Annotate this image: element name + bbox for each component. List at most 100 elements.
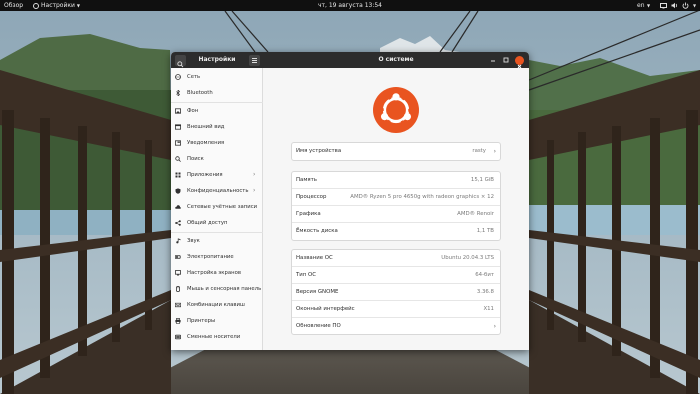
sidebar-item-sound[interactable]: Звук	[171, 233, 263, 249]
sidebar-item-label: Bluetooth	[187, 90, 213, 96]
ubuntu-logo-icon	[373, 87, 419, 133]
sidebar-item-label: Общий доступ	[187, 220, 228, 226]
windowing-system-value: X11	[483, 306, 494, 312]
os-type-label: Тип ОС	[296, 272, 317, 278]
network-icon	[660, 3, 667, 9]
sidebar-item-label: Комбинации клавиш	[187, 302, 245, 308]
sidebar-item-bluetooth[interactable]: Bluetooth	[171, 85, 263, 101]
bluetooth-icon	[176, 90, 180, 96]
sharing-icon	[175, 220, 181, 226]
chevron-right-icon: ›	[493, 323, 496, 330]
os-type-row: Тип ОС 64-бит	[292, 267, 500, 284]
gear-icon	[33, 2, 39, 9]
sidebar-item-online-accounts[interactable]: Сетевые учётные записи	[171, 199, 263, 215]
online-accounts-icon	[175, 205, 181, 209]
disk-capacity-row: Ёмкость диска 1,1 TB	[292, 223, 500, 240]
activities-button[interactable]: Обзор	[4, 0, 23, 11]
device-name-label: Имя устройства	[296, 148, 342, 154]
maximize-button[interactable]	[502, 56, 510, 64]
sidebar-item-search[interactable]: Поиск	[171, 151, 263, 167]
sidebar-item-printers[interactable]: Принтеры	[171, 313, 263, 329]
appearance-icon	[175, 124, 181, 130]
memory-label: Память	[296, 177, 317, 183]
software-updates-row[interactable]: Обновление ПО ›	[292, 318, 500, 335]
sidebar-item-label: Приложения	[187, 172, 223, 178]
clock[interactable]: чт, 19 августа 13:54	[318, 2, 382, 9]
chevron-down-icon: ▼	[693, 3, 697, 8]
disk-capacity-value: 1,1 TB	[476, 228, 494, 234]
device-name-row[interactable]: Имя устройства rasty ›	[292, 143, 500, 160]
sidebar-item-label: Сеть	[187, 74, 201, 80]
applications-icon	[175, 172, 181, 178]
minimize-button[interactable]	[489, 56, 497, 64]
notifications-icon	[175, 140, 181, 146]
os-name-value: Ubuntu 20.04.3 LTS	[441, 255, 494, 261]
sidebar-item-removable-media[interactable]: Сменные носители	[171, 329, 263, 345]
displays-icon	[175, 270, 181, 276]
settings-window: Настройки О системе Сеть Bluetooth Фон В…	[171, 52, 529, 350]
sidebar-item-label: Поиск	[187, 156, 204, 162]
memory-row: Память 15,1 GiB	[292, 172, 500, 189]
removable-media-icon	[175, 334, 181, 340]
app-menu-button[interactable]: Настройки ▼	[33, 0, 80, 11]
sidebar-item-notifications[interactable]: Уведомления	[171, 135, 263, 151]
device-name-card: Имя устройства rasty ›	[291, 142, 501, 161]
chevron-down-icon: ▼	[647, 3, 651, 8]
background-icon	[175, 108, 181, 114]
privacy-icon	[175, 188, 181, 194]
mouse-icon	[175, 286, 181, 292]
graphics-value: AMD® Renoir	[457, 211, 494, 217]
sidebar-item-label: Принтеры	[187, 318, 216, 324]
printer-icon	[175, 318, 181, 324]
sidebar-item-displays[interactable]: Настройка экранов	[171, 265, 263, 281]
sidebar-item-sharing[interactable]: Общий доступ	[171, 215, 263, 231]
os-name-row: Название ОС Ubuntu 20.04.3 LTS	[292, 250, 500, 267]
chevron-right-icon: ›	[493, 148, 496, 155]
keyboard-icon	[175, 302, 181, 308]
sound-icon	[176, 238, 181, 244]
app-menu-label: Настройки	[41, 2, 75, 9]
sidebar-item-label: Сетевые учётные записи	[187, 204, 258, 210]
gnome-version-label: Версия GNOME	[296, 289, 339, 295]
chevron-right-icon: ›	[253, 171, 256, 178]
chevron-right-icon: ›	[253, 187, 256, 194]
hamburger-menu-button[interactable]	[249, 54, 260, 66]
chevron-down-icon: ▼	[76, 3, 80, 8]
gnome-version-row: Версия GNOME 3.36.8	[292, 284, 500, 301]
sidebar-item-network[interactable]: Сеть	[171, 69, 263, 85]
sidebar-item-background[interactable]: Фон	[171, 103, 263, 119]
sidebar-item-applications[interactable]: Приложения ›	[171, 167, 263, 183]
sidebar-item-appearance[interactable]: Внешний вид	[171, 119, 263, 135]
system-tray[interactable]: ▼	[660, 2, 696, 9]
processor-label: Процессор	[296, 194, 327, 200]
os-type-value: 64-бит	[475, 272, 494, 278]
close-button[interactable]	[515, 55, 524, 68]
power-icon	[175, 255, 181, 259]
network-icon	[175, 74, 181, 80]
os-card: Название ОС Ubuntu 20.04.3 LTS Тип ОС 64…	[291, 249, 501, 335]
graphics-row: Графика AMD® Renoir	[292, 206, 500, 223]
header-bar: Настройки О системе	[171, 52, 529, 68]
gnome-version-value: 3.36.8	[476, 289, 494, 295]
sidebar-item-mouse[interactable]: Мышь и сенсорная панель	[171, 281, 263, 297]
sidebar-item-label: Настройка экранов	[187, 270, 241, 276]
sidebar-item-label: Сменные носители	[187, 334, 241, 340]
hardware-card: Память 15,1 GiB Процессор AMD® Ryzen 5 p…	[291, 171, 501, 241]
sidebar-item-label: Конфиденциальность	[187, 188, 249, 194]
memory-value: 15,1 GiB	[470, 177, 494, 183]
sidebar-item-keyboard[interactable]: Комбинации клавиш	[171, 297, 263, 313]
disk-capacity-label: Ёмкость диска	[296, 228, 338, 234]
software-updates-label: Обновление ПО	[296, 323, 341, 329]
device-name-value: rasty	[472, 148, 486, 154]
sidebar-item-privacy[interactable]: Конфиденциальность ›	[171, 183, 263, 199]
language-indicator[interactable]: en	[637, 0, 645, 11]
graphics-label: Графика	[296, 211, 321, 217]
processor-value: AMD® Ryzen 5 pro 4650g with radeon graph…	[350, 194, 494, 200]
about-panel: Имя устройства rasty › Память 15,1 GiB П…	[263, 68, 529, 350]
sidebar-item-power[interactable]: Электропитание	[171, 249, 263, 265]
top-bar: Обзор Настройки ▼ чт, 19 августа 13:54 e…	[0, 0, 700, 11]
sidebar-item-label: Уведомления	[187, 140, 225, 146]
search-icon	[175, 156, 181, 162]
volume-icon	[671, 2, 678, 9]
windowing-system-label: Оконный интерфейс	[296, 306, 355, 312]
